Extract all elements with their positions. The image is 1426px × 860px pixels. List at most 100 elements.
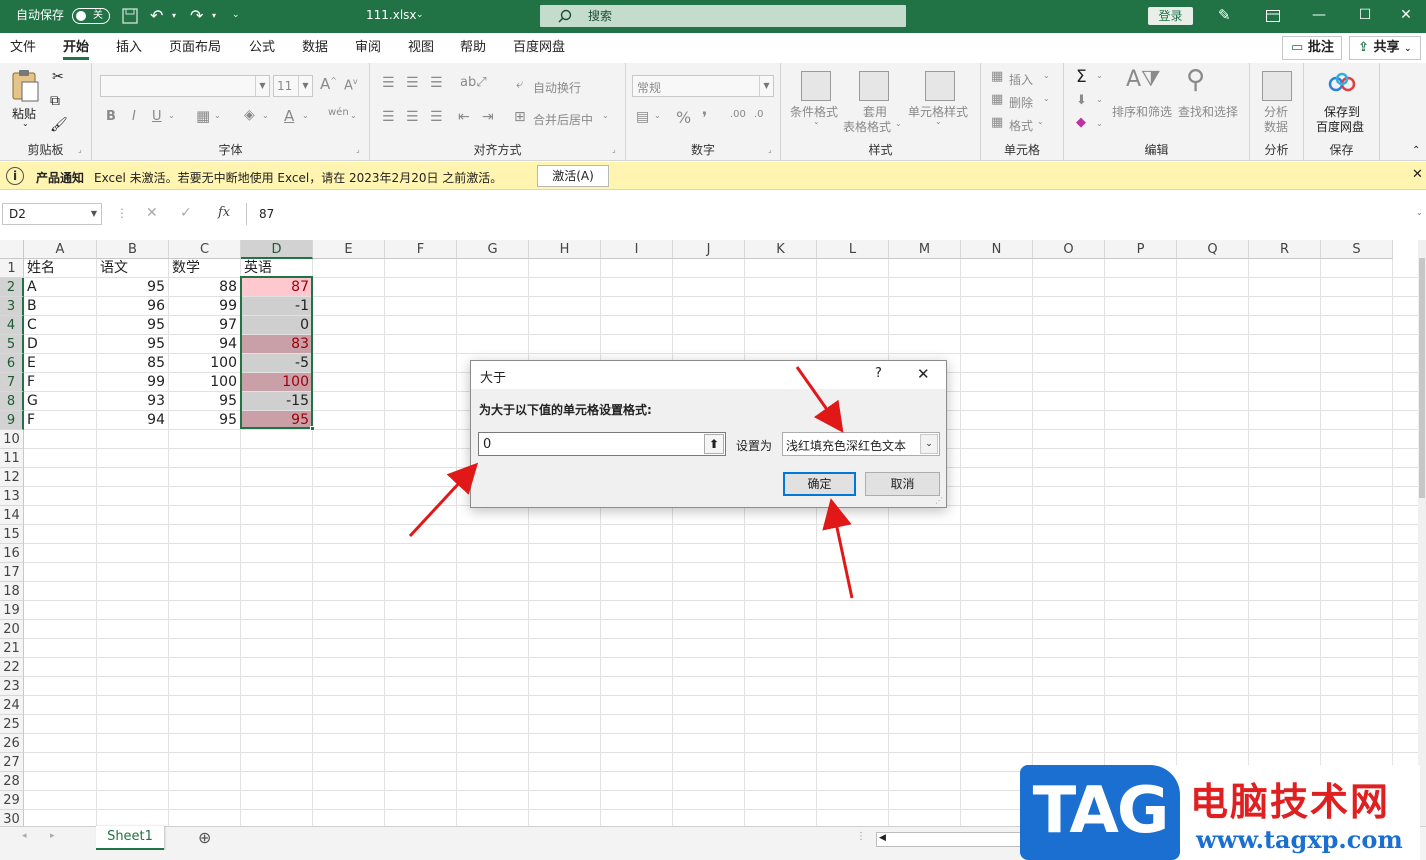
header-cell[interactable]: 姓名 <box>24 259 96 277</box>
dialog-close-icon[interactable]: ✕ <box>917 365 930 383</box>
cell-style-dropdown-icon[interactable]: ⌄ <box>935 117 942 126</box>
notice-close-icon[interactable]: ✕ <box>1412 167 1423 182</box>
row-header-3[interactable]: 3 <box>0 297 24 316</box>
filename-chevron-icon[interactable]: ⌄ <box>416 0 424 33</box>
align-top-icon[interactable]: ☰ <box>382 75 395 91</box>
column-header-q[interactable]: Q <box>1177 240 1249 259</box>
copy-icon[interactable]: ⧉ <box>50 93 60 109</box>
chinese-score-cell[interactable]: 96 <box>97 297 168 315</box>
row-header-1[interactable]: 1 <box>0 259 24 278</box>
header-cell[interactable]: 语文 <box>97 259 168 277</box>
row-header-21[interactable]: 21 <box>0 639 24 658</box>
row-header-9[interactable]: 9 <box>0 411 24 430</box>
redo-dropdown-icon[interactable]: ▾ <box>212 0 216 33</box>
align-left-icon[interactable]: ☰ <box>382 109 395 125</box>
align-bottom-icon[interactable]: ☰ <box>430 75 443 91</box>
fill-dropdown-icon[interactable]: ⌄ <box>1096 95 1103 104</box>
name-cell[interactable]: A <box>24 278 96 296</box>
insert-cells-button[interactable]: 插入 <box>1009 71 1033 88</box>
find-select-button[interactable]: 查找和选择 <box>1178 103 1238 120</box>
row-header-10[interactable]: 10 <box>0 430 24 449</box>
number-launcher-icon[interactable]: ⌟ <box>768 145 772 154</box>
bold-icon[interactable]: B <box>106 109 116 124</box>
login-button[interactable]: 登录 <box>1148 7 1193 25</box>
row-header-14[interactable]: 14 <box>0 506 24 525</box>
tab-formulas[interactable]: 公式 <box>249 38 275 60</box>
row-header-2[interactable]: 2 <box>0 278 24 297</box>
customize-qat-icon[interactable]: ⌄ <box>232 0 240 33</box>
fill-color-dropdown-icon[interactable]: ⌄ <box>262 111 269 120</box>
clear-icon[interactable]: ◆ <box>1076 115 1086 130</box>
row-header-12[interactable]: 12 <box>0 468 24 487</box>
chinese-score-cell[interactable]: 85 <box>97 354 168 372</box>
clipboard-launcher-icon[interactable]: ⌟ <box>78 145 82 154</box>
pen-icon[interactable]: ✎ <box>1218 0 1231 33</box>
column-header-i[interactable]: I <box>601 240 673 259</box>
conditional-format-icon[interactable] <box>801 71 831 101</box>
math-score-cell[interactable]: 94 <box>169 335 240 353</box>
row-header-26[interactable]: 26 <box>0 734 24 753</box>
share-button[interactable]: ⇪ 共享 ⌄ <box>1349 36 1421 60</box>
undo-icon[interactable]: ↶ <box>150 0 163 33</box>
percent-icon[interactable]: % <box>676 108 691 127</box>
tab-page-layout[interactable]: 页面布局 <box>169 38 221 60</box>
align-center-icon[interactable]: ☰ <box>406 109 419 125</box>
column-header-l[interactable]: L <box>817 240 889 259</box>
delete-cells-button[interactable]: 删除 <box>1009 94 1033 111</box>
font-color-dropdown-icon[interactable]: ⌄ <box>302 111 309 120</box>
formula-input[interactable]: 87 <box>246 203 1426 225</box>
column-header-m[interactable]: M <box>889 240 961 259</box>
ok-button[interactable]: 确定 <box>783 472 856 496</box>
confirm-entry-icon[interactable]: ✓ <box>180 205 192 221</box>
column-header-g[interactable]: G <box>457 240 529 259</box>
tab-splitter-icon[interactable]: ⋮ <box>856 831 866 842</box>
threshold-input[interactable]: 0 ⬆ <box>478 432 726 456</box>
decrease-decimal-icon[interactable]: .0 <box>754 109 764 120</box>
column-header-a[interactable]: A <box>24 240 97 259</box>
borders-icon[interactable]: ▦ <box>196 107 210 125</box>
alignment-launcher-icon[interactable]: ⌟ <box>612 145 616 154</box>
insert-dropdown-icon[interactable]: ⌄ <box>1043 71 1050 80</box>
wrap-text-button[interactable]: 自动换行 <box>533 79 581 96</box>
comma-style-icon[interactable]: ❜ <box>702 108 707 127</box>
delete-cells-icon[interactable]: ▦ <box>991 92 1003 107</box>
name-cell[interactable]: F <box>24 373 96 391</box>
row-header-27[interactable]: 27 <box>0 753 24 772</box>
name-box-dropdown-icon[interactable]: ▼ <box>91 204 97 224</box>
orientation-icon[interactable]: ab⤢ <box>460 75 487 90</box>
analyze-label-2[interactable]: 数据 <box>1264 118 1288 135</box>
activate-button[interactable]: 激活(A) <box>537 165 609 187</box>
collapse-dialog-icon[interactable]: ⬆ <box>704 434 724 454</box>
row-header-19[interactable]: 19 <box>0 601 24 620</box>
table-format-dropdown-icon[interactable]: ⌄ <box>895 119 902 128</box>
name-cell[interactable]: B <box>24 297 96 315</box>
row-header-13[interactable]: 13 <box>0 487 24 506</box>
help-icon[interactable]: ? <box>875 366 882 381</box>
column-header-f[interactable]: F <box>385 240 457 259</box>
borders-dropdown-icon[interactable]: ⌄ <box>214 111 221 120</box>
name-cell[interactable]: D <box>24 335 96 353</box>
font-launcher-icon[interactable]: ⌟ <box>356 145 360 154</box>
column-header-h[interactable]: H <box>529 240 601 259</box>
column-header-s[interactable]: S <box>1321 240 1393 259</box>
baidu-cloud-icon[interactable] <box>1328 71 1356 97</box>
next-sheet-icon[interactable]: ▸ <box>50 831 55 841</box>
row-header-23[interactable]: 23 <box>0 677 24 696</box>
row-header-8[interactable]: 8 <box>0 392 24 411</box>
math-score-cell[interactable]: 95 <box>169 392 240 410</box>
save-baidu-label-2[interactable]: 百度网盘 <box>1316 118 1364 135</box>
italic-icon[interactable]: I <box>132 109 136 124</box>
sheet-tab-sheet1[interactable]: Sheet1 <box>96 826 164 851</box>
tab-view[interactable]: 视图 <box>408 38 434 60</box>
math-score-cell[interactable]: 99 <box>169 297 240 315</box>
format-dropdown-icon[interactable]: ⌄ <box>1037 117 1044 126</box>
fill-color-icon[interactable]: ◈ <box>244 107 255 123</box>
font-name-combo[interactable]: ▼ <box>100 75 270 97</box>
column-header-b[interactable]: B <box>97 240 169 259</box>
row-header-18[interactable]: 18 <box>0 582 24 601</box>
find-icon[interactable]: ⚲ <box>1186 65 1205 95</box>
row-header-22[interactable]: 22 <box>0 658 24 677</box>
close-icon[interactable]: ✕ <box>1386 0 1426 33</box>
name-cell[interactable]: G <box>24 392 96 410</box>
tab-data[interactable]: 数据 <box>302 38 328 60</box>
